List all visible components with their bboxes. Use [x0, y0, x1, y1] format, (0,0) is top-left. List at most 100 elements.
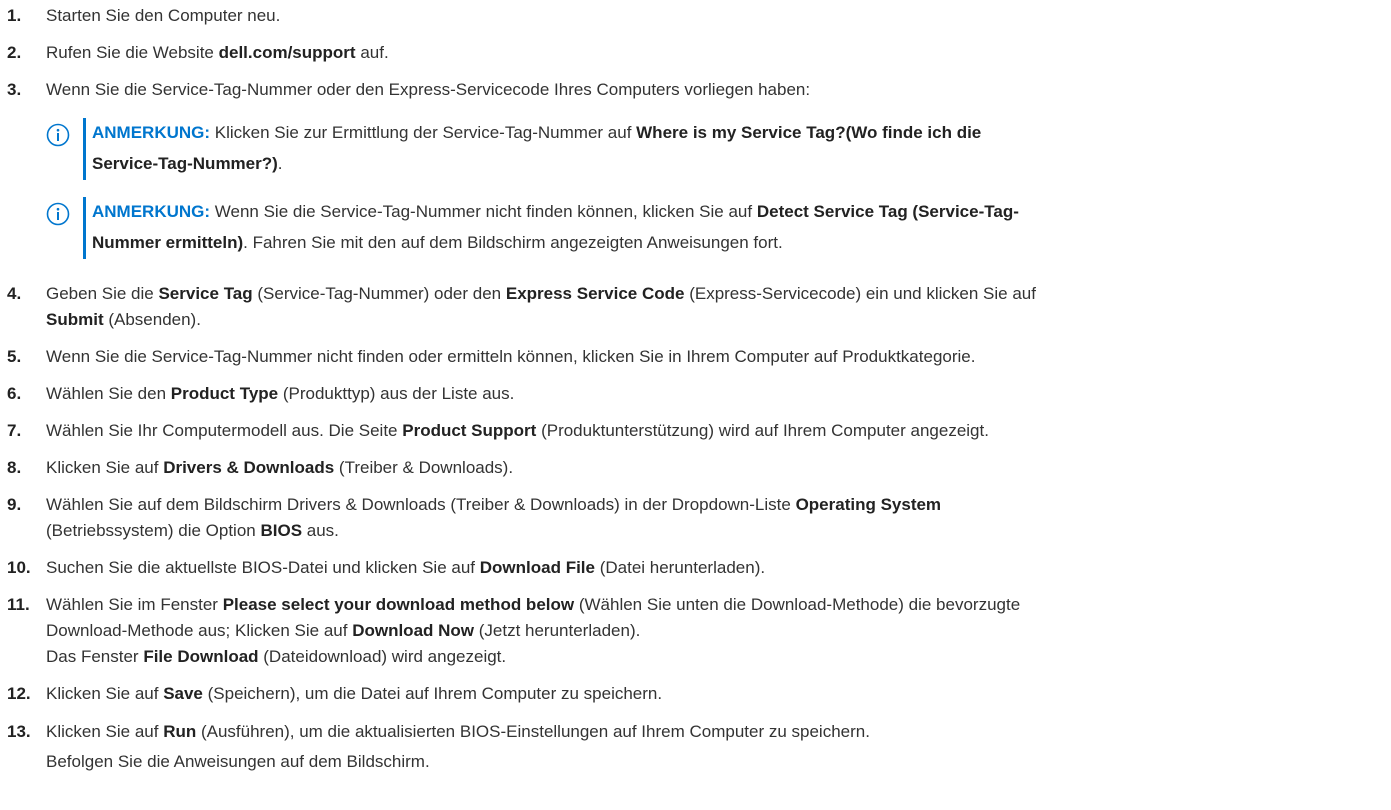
text-run: Klicken Sie auf — [46, 458, 164, 477]
text-run: (Jetzt herunterladen). — [474, 621, 641, 640]
text-run: Geben Sie die — [46, 284, 159, 303]
bold-term: Download Now — [352, 621, 475, 640]
step-number: 12. — [7, 684, 31, 703]
step-number: 8. — [7, 458, 22, 477]
text-line: Wenn Sie die Service-Tag-Nummer nicht fi… — [46, 344, 1381, 370]
note-accent-bar — [83, 118, 86, 180]
note-text: ANMERKUNG: Wenn Sie die Service-Tag-Numm… — [92, 196, 1381, 258]
text-run: Klicken Sie auf — [46, 722, 164, 741]
text-run: (Treiber & Downloads). — [334, 458, 514, 477]
text-line: Nummer ermitteln). Fahren Sie mit den au… — [92, 227, 1381, 258]
note-label: ANMERKUNG: — [92, 202, 211, 221]
step-number: 10. — [7, 558, 31, 577]
note-label: ANMERKUNG: — [92, 123, 211, 142]
text-run: Das Fenster — [46, 647, 144, 666]
text-line: Wenn Sie die Service-Tag-Nummer oder den… — [46, 77, 1381, 103]
text-line: Befolgen Sie die Anweisungen auf dem Bil… — [46, 747, 1381, 777]
text-line: Klicken Sie auf Save (Speichern), um die… — [46, 681, 1381, 707]
text-run: (Datei herunterladen). — [594, 558, 766, 577]
text-run: Wählen Sie im Fenster — [46, 595, 223, 614]
text-run: . — [277, 154, 283, 173]
bold-term: Run — [163, 722, 197, 741]
step-number: 11. — [7, 595, 30, 614]
text-run: . Fahren Sie mit den auf dem Bildschirm … — [243, 233, 783, 252]
bold-term: File Download — [143, 647, 259, 666]
bold-term: Product Type — [170, 384, 279, 403]
step-text: Klicken Sie auf Drivers & Downloads (Tre… — [46, 455, 1381, 481]
text-run: (Produktunterstützung) wird auf Ihrem Co… — [536, 421, 989, 440]
step-number: 7. — [7, 421, 22, 440]
step-text: Wählen Sie Ihr Computermodell aus. Die S… — [46, 418, 1381, 444]
text-run: Download-Methode aus; Klicken Sie auf — [46, 621, 353, 640]
note-accent-bar — [83, 197, 86, 259]
step-number: 1. — [7, 6, 22, 25]
step-text: Geben Sie die Service Tag (Service-Tag-N… — [46, 281, 1381, 333]
step-text: Wählen Sie den Product Type (Produkttyp)… — [46, 381, 1381, 407]
text-line: Klicken Sie auf Run (Ausführen), um die … — [46, 717, 1381, 747]
text-run: (Ausführen), um die aktualisierten BIOS-… — [196, 722, 870, 741]
text-run: Starten Sie den Computer neu. — [46, 6, 281, 25]
bold-term: Where is my Service Tag?(Wo finde ich di… — [636, 123, 982, 142]
step-number: 13. — [7, 722, 31, 741]
text-run: auf. — [355, 43, 389, 62]
bold-term: Save — [163, 684, 203, 703]
step-number: 9. — [7, 495, 22, 514]
info-icon — [46, 202, 70, 226]
text-line: ANMERKUNG: Wenn Sie die Service-Tag-Numm… — [92, 196, 1381, 227]
text-line: Das Fenster File Download (Dateidownload… — [46, 644, 1381, 670]
step-text: Wenn Sie die Service-Tag-Nummer oder den… — [46, 77, 1381, 103]
text-run: (Dateidownload) wird angezeigt. — [258, 647, 507, 666]
text-run: Wenn Sie die Service-Tag-Nummer nicht fi… — [46, 347, 976, 366]
bold-term: Nummer ermitteln) — [92, 233, 244, 252]
bold-term: Service Tag — [158, 284, 253, 303]
step-text: Rufen Sie die Website dell.com/support a… — [46, 40, 1381, 66]
text-run: (Produkttyp) aus der Liste aus. — [278, 384, 515, 403]
bold-term: Please select your download method below — [222, 595, 575, 614]
text-run: Wenn Sie die Service-Tag-Nummer oder den… — [46, 80, 811, 99]
bold-term: Express Service Code — [505, 284, 685, 303]
text-line: Wählen Sie im Fenster Please select your… — [46, 592, 1381, 618]
text-run: Befolgen Sie die Anweisungen auf dem Bil… — [46, 752, 430, 771]
text-run: Klicken Sie zur Ermittlung der Service-T… — [210, 123, 637, 142]
bold-term: Drivers & Downloads — [163, 458, 335, 477]
bold-term: BIOS — [260, 521, 303, 540]
bold-term: Submit — [46, 310, 104, 329]
text-run: Wählen Sie den — [46, 384, 171, 403]
info-icon — [46, 123, 70, 147]
step-text: Wenn Sie die Service-Tag-Nummer nicht fi… — [46, 344, 1381, 370]
bold-term: Download File — [479, 558, 595, 577]
text-line: Wählen Sie den Product Type (Produkttyp)… — [46, 381, 1381, 407]
text-line: Submit (Absenden). — [46, 307, 1381, 333]
bold-term: Operating System — [795, 495, 942, 514]
text-run: Wählen Sie auf dem Bildschirm Drivers & … — [46, 495, 796, 514]
step-number: 6. — [7, 384, 22, 403]
step-number: 2. — [7, 43, 22, 62]
text-run: Suchen Sie die aktuellste BIOS-Datei und… — [46, 558, 480, 577]
step-number: 5. — [7, 347, 22, 366]
step-number: 3. — [7, 80, 22, 99]
text-run: (Speichern), um die Datei auf Ihrem Comp… — [202, 684, 663, 703]
text-line: Wählen Sie Ihr Computermodell aus. Die S… — [46, 418, 1381, 444]
text-line: ANMERKUNG: Klicken Sie zur Ermittlung de… — [92, 117, 1381, 148]
text-line: (Betriebssystem) die Option BIOS aus. — [46, 518, 1381, 544]
text-run: (Absenden). — [103, 310, 201, 329]
text-run: Rufen Sie die Website — [46, 43, 219, 62]
text-line: Rufen Sie die Website dell.com/support a… — [46, 40, 1381, 66]
text-run: aus. — [302, 521, 339, 540]
step-text: Klicken Sie auf Run (Ausführen), um die … — [46, 717, 1381, 777]
step-text: Klicken Sie auf Save (Speichern), um die… — [46, 681, 1381, 707]
bold-term: Product Support — [402, 421, 537, 440]
bold-term: Detect Service Tag (Service-Tag- — [756, 202, 1019, 221]
step-text: Suchen Sie die aktuellste BIOS-Datei und… — [46, 555, 1381, 581]
text-line: Wählen Sie auf dem Bildschirm Drivers & … — [46, 492, 1381, 518]
step-text: Wählen Sie auf dem Bildschirm Drivers & … — [46, 492, 1381, 544]
text-line: Service-Tag-Nummer?). — [92, 148, 1381, 179]
note-text: ANMERKUNG: Klicken Sie zur Ermittlung de… — [92, 117, 1381, 179]
text-line: Geben Sie die Service Tag (Service-Tag-N… — [46, 281, 1381, 307]
text-run: Klicken Sie auf — [46, 684, 164, 703]
text-run: (Wählen Sie unten die Download-Methode) … — [574, 595, 1021, 614]
text-run: (Express-Servicecode) ein und klicken Si… — [684, 284, 1036, 303]
step-text: Starten Sie den Computer neu. — [46, 3, 1381, 29]
step-text: Wählen Sie im Fenster Please select your… — [46, 592, 1381, 670]
bold-term: dell.com/support — [218, 43, 356, 62]
